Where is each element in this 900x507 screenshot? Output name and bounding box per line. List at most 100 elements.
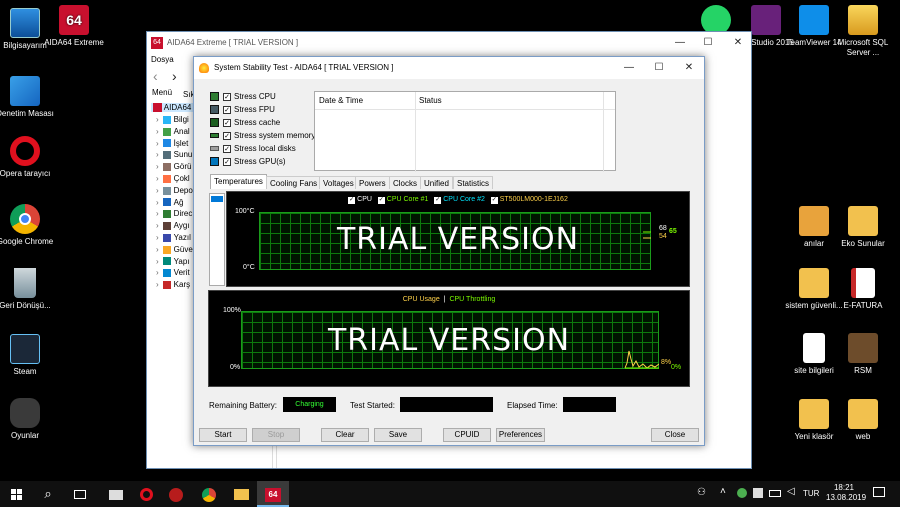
nav-item[interactable]: › Yazıl [156,232,191,243]
tab-temperatures[interactable]: Temperatures [210,174,267,189]
temp-legend-disk[interactable]: ✓ ST500LM000-1EJ162 [490,196,568,204]
tab-clocks[interactable]: Clocks [389,176,422,189]
chevron-right-icon[interactable]: › [156,198,159,207]
temp-legend-core2[interactable]: ✓ CPU Core #2 [434,196,485,204]
taskbar-aida64[interactable]: 64 [257,481,289,507]
main-minimize-button[interactable]: — [665,32,695,54]
action-center-icon[interactable] [873,487,885,497]
tab-cooling-fans[interactable]: Cooling Fans [266,176,322,189]
desktop-icon-opera[interactable]: Opera tarayıcı [0,136,55,179]
nav-item[interactable]: › İşlet [156,138,188,149]
task-view-button[interactable] [64,481,96,507]
desktop-icon-eko-sunular[interactable]: Eko Sunular [833,206,893,249]
stress-memory-option[interactable]: ✓ Stress system memory [210,129,315,142]
stop-button[interactable]: Stop [252,428,300,442]
start-menu-button[interactable] [0,481,32,507]
chevron-right-icon[interactable]: › [156,174,159,183]
stress-gpu-option[interactable]: ✓ Stress GPU(s) [210,155,286,168]
desktop-icon-e-fatura[interactable]: E-FATURA [833,268,893,311]
desktop-icon-control-panel[interactable]: Denetim Masası [0,76,55,119]
chevron-right-icon[interactable]: › [156,257,159,266]
start-button[interactable]: Start [199,428,247,442]
taskbar-app-red[interactable] [160,481,192,507]
nav-item[interactable]: › Yapı [156,256,190,267]
log-column-status[interactable]: Status [419,96,442,105]
stress-cache-option[interactable]: ✓ Stress cache [210,116,280,129]
main-maximize-button[interactable]: ☐ [693,32,723,54]
nav-item[interactable]: › Verit [156,267,190,278]
main-close-button[interactable]: ✕ [723,32,753,54]
main-window-titlebar[interactable]: 64 AIDA64 Extreme [ TRIAL VERSION ] [147,32,751,54]
save-button[interactable]: Save [374,428,422,442]
preferences-button[interactable]: Preferences [496,428,545,442]
tray-network-icon[interactable] [753,488,763,498]
chevron-right-icon[interactable]: › [156,150,159,159]
tab-statistics[interactable]: Statistics [453,176,494,189]
chevron-right-icon[interactable]: › [156,209,159,218]
chevron-right-icon[interactable]: › [156,221,159,230]
desktop-icon-games[interactable]: Oyunlar [0,398,55,441]
nav-item[interactable]: › Direc [156,208,192,219]
chevron-right-icon[interactable]: › [156,139,159,148]
nav-item[interactable]: › Bilgi [156,114,189,125]
chevron-right-icon[interactable]: › [156,115,159,124]
stress-gpu-checkbox[interactable]: ✓ [223,157,231,166]
tray-people-icon[interactable]: ⚇ [697,487,706,498]
temp-legend-cpu[interactable]: ✓ CPU [348,196,372,204]
close-button[interactable]: Close [651,428,699,442]
main-menu-dosya[interactable]: Dosya [151,55,174,64]
stress-cache-checkbox[interactable]: ✓ [223,118,231,127]
dialog-minimize-button[interactable]: — [614,57,644,79]
nav-item[interactable]: › Ağ [156,197,183,208]
sensor-selected-item[interactable] [211,196,223,202]
tray-app-icon[interactable] [737,488,747,498]
nav-item[interactable]: › Anal [156,126,190,137]
clear-button[interactable]: Clear [321,428,369,442]
stress-cpu-option[interactable]: ✓ Stress CPU [210,90,276,103]
sensor-selector[interactable] [209,193,225,286]
search-button[interactable]: ⌕ [32,481,64,507]
desktop-icon-chrome[interactable]: Google Chrome [0,204,55,247]
desktop-icon-aida64[interactable]: 64 AIDA64 Extreme [44,5,104,48]
tray-volume-icon[interactable]: ◁ [787,486,795,497]
nav-item[interactable]: › Karş [156,279,190,290]
back-arrow-icon[interactable]: ‹ [153,68,158,84]
taskbar-file-explorer[interactable] [225,481,257,507]
tab-voltages[interactable]: Voltages [319,176,358,189]
chevron-right-icon[interactable]: › [156,268,159,277]
desktop-icon-sql-server[interactable]: Microsoft SQL Server ... [833,5,893,58]
chevron-right-icon[interactable]: › [156,245,159,254]
tray-battery-icon[interactable] [769,490,781,497]
desktop-icon-steam[interactable]: Steam [0,334,55,377]
chevron-right-icon[interactable]: › [156,162,159,171]
desktop-icon-recycle-bin[interactable]: Geri Dönüşü... [0,268,55,311]
stress-disks-checkbox[interactable]: ✓ [223,144,231,153]
taskbar-mail[interactable] [100,481,132,507]
nav-item[interactable]: › Depo [156,185,193,196]
tray-language[interactable]: TUR [803,489,819,498]
tab-powers[interactable]: Powers [355,176,390,189]
log-table[interactable]: Date & Time Status [314,91,616,172]
stress-fpu-option[interactable]: ✓ Stress FPU [210,103,275,116]
taskbar-chrome[interactable] [193,481,225,507]
stress-fpu-checkbox[interactable]: ✓ [223,105,231,114]
stress-memory-checkbox[interactable]: ✓ [223,131,231,140]
nav-item[interactable]: › Aygı [156,220,190,231]
dialog-maximize-button[interactable]: ☐ [644,57,674,79]
temp-legend-core1[interactable]: ✓ CPU Core #1 [377,196,428,204]
nav-item[interactable]: › Güve [156,244,193,255]
stress-cpu-checkbox[interactable]: ✓ [223,92,231,101]
forward-arrow-icon[interactable]: › [172,68,177,84]
main-tab-menu[interactable]: Menü [152,88,172,97]
nav-item[interactable]: › Sunu [156,149,192,160]
chevron-right-icon[interactable]: › [156,233,159,242]
tab-unified[interactable]: Unified [420,176,453,189]
nav-root[interactable]: AIDA64 [151,103,194,113]
stress-disks-option[interactable]: ✓ Stress local disks [210,142,296,155]
desktop-icon-rsm[interactable]: RSM [833,333,893,376]
chevron-right-icon[interactable]: › [156,280,159,289]
dialog-close-button[interactable]: ✕ [674,57,704,79]
cpuid-button[interactable]: CPUID [443,428,491,442]
log-column-datetime[interactable]: Date & Time [319,96,363,105]
nav-item[interactable]: › Görü [156,161,191,172]
